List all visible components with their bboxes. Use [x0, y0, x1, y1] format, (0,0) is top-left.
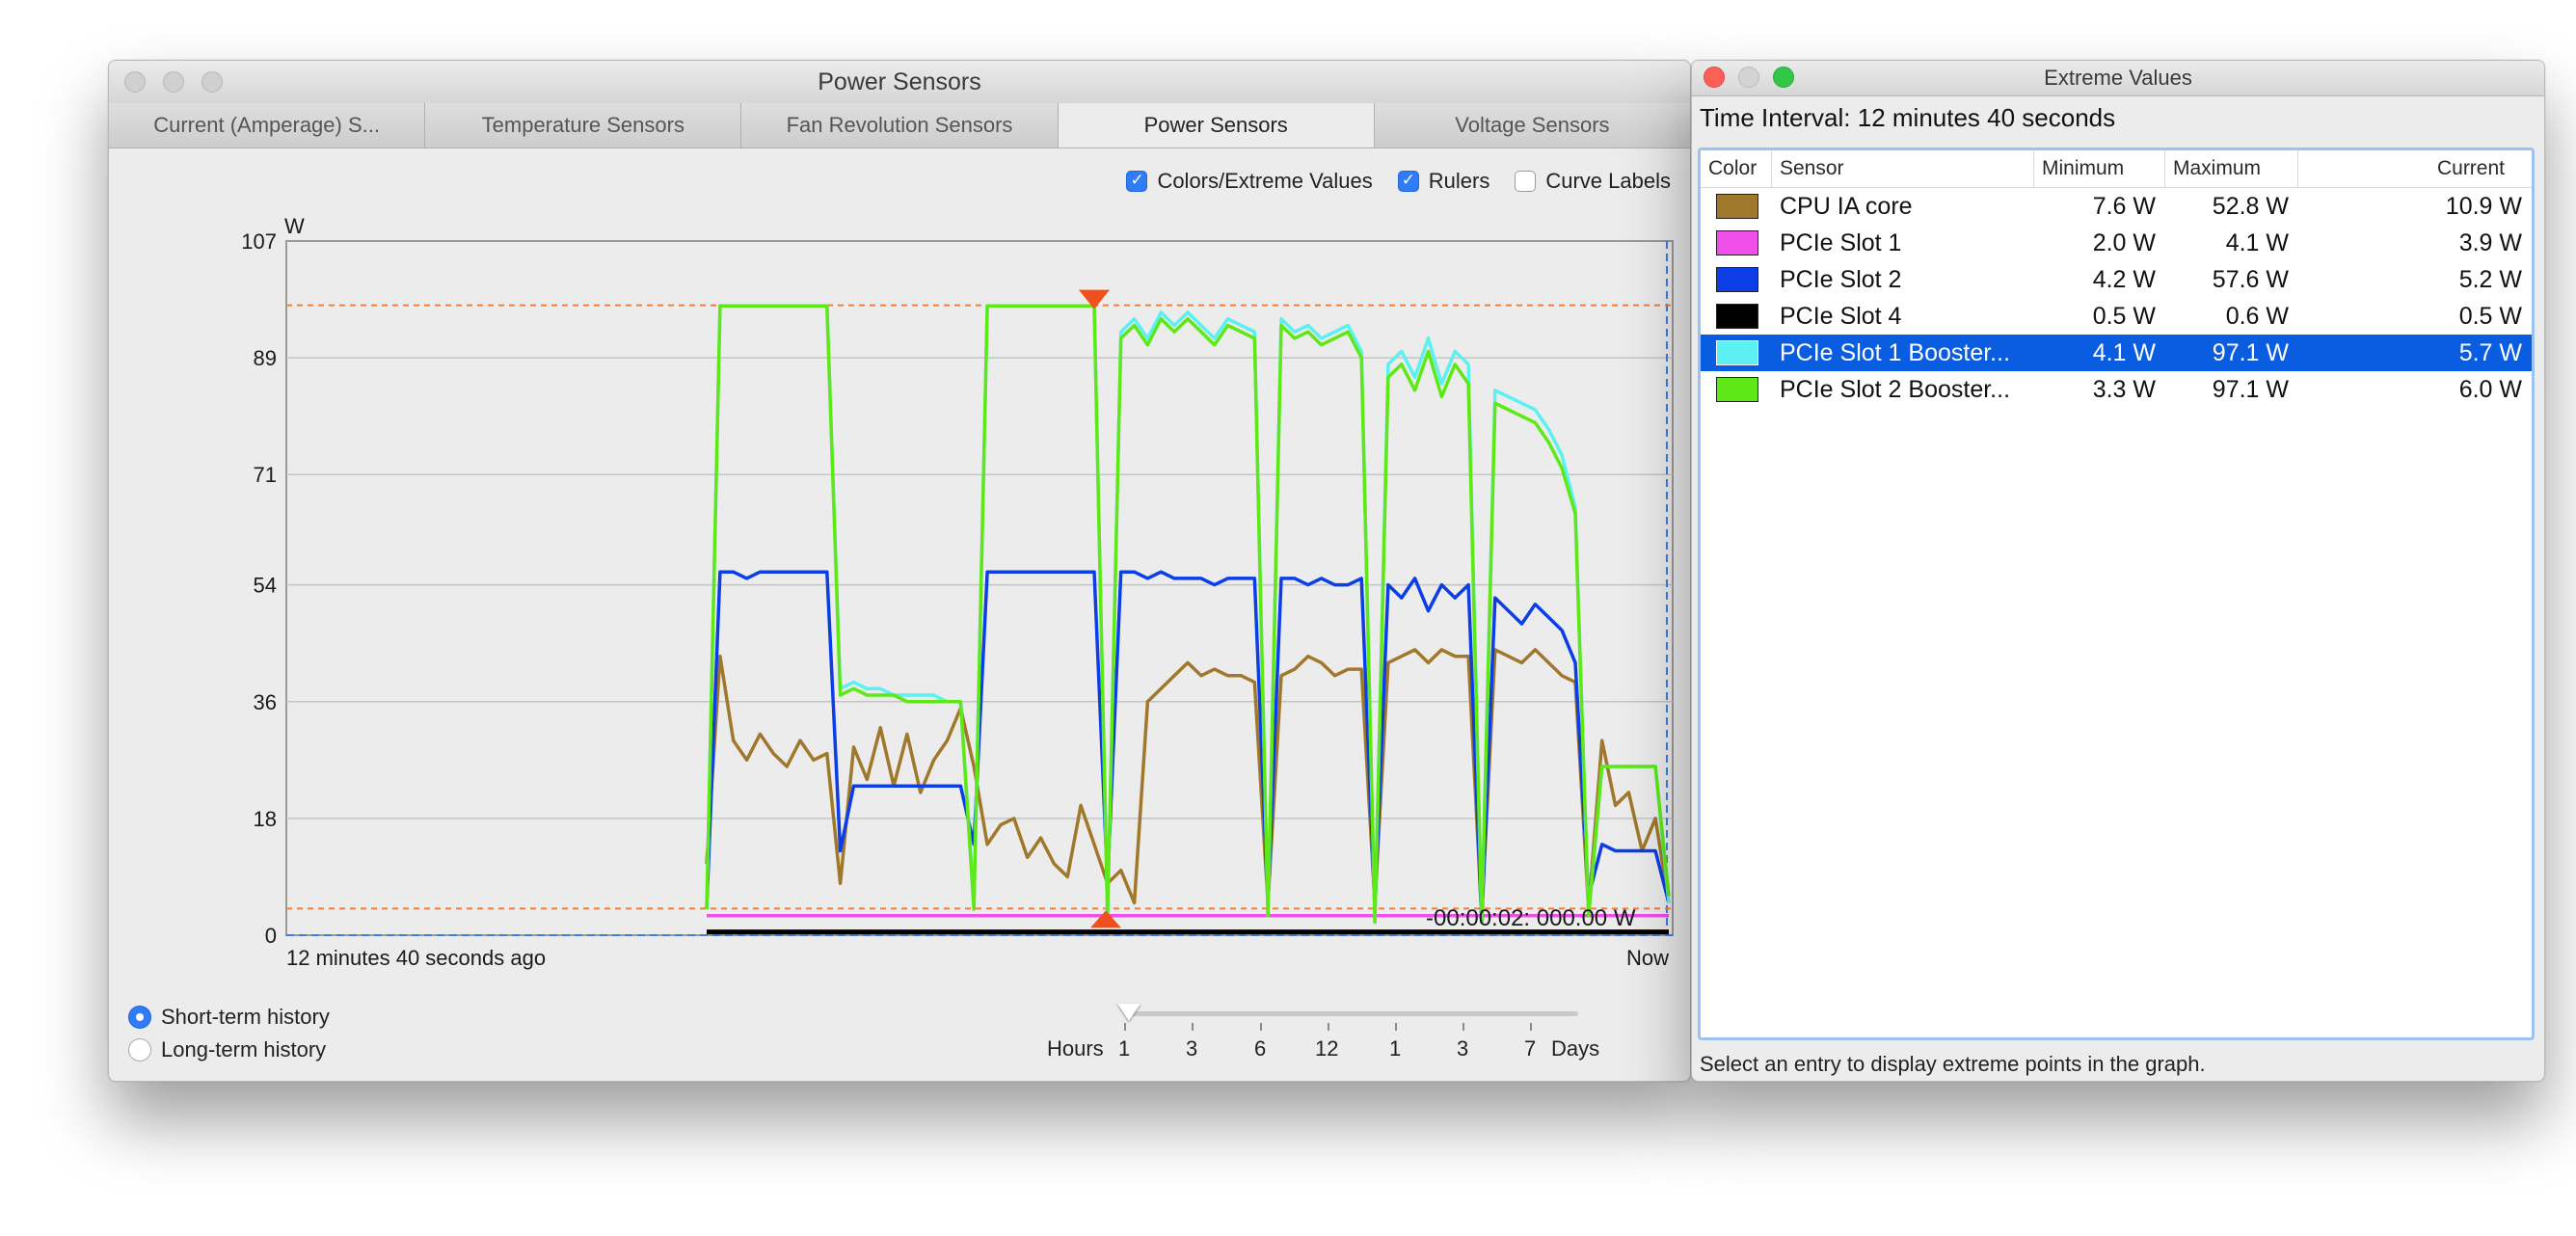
slider-hours-label: Hours: [1047, 1036, 1104, 1061]
current-value: 10.9 W: [2445, 193, 2522, 220]
short-term-history-label: Short-term history: [161, 1005, 330, 1029]
title-bar[interactable]: Extreme Values: [1692, 61, 2544, 96]
slider-tick-label: 1: [1118, 1036, 1131, 1061]
short-term-history-radio[interactable]: Short-term history: [128, 1001, 330, 1034]
y-tick-label: 107: [241, 229, 277, 254]
maximum-value: 52.8 W: [2212, 193, 2289, 220]
minimum-value: 2.0 W: [2092, 229, 2156, 256]
table-row[interactable]: PCIe Slot 4 0.5 W 0.6 W 0.5 W: [1701, 298, 2532, 335]
radio-selected-icon[interactable]: [128, 1006, 151, 1029]
minimum-value: 0.5 W: [2092, 303, 2156, 330]
sensor-name: PCIe Slot 1 Booster...: [1780, 339, 2011, 366]
table-row[interactable]: PCIe Slot 2 Booster... 3.3 W 97.1 W 6.0 …: [1701, 371, 2532, 408]
y-tick-label: 54: [254, 574, 277, 598]
maximum-value: 0.6 W: [2225, 303, 2289, 330]
current-value: 0.5 W: [2458, 303, 2522, 330]
hint-text: Select an entry to display extreme point…: [1700, 1052, 2206, 1076]
extreme-values-window: Extreme Values Time Interval: 12 minutes…: [1691, 60, 2545, 1082]
slider-tick: [1192, 1023, 1194, 1031]
maximum-value: 97.1 W: [2212, 339, 2289, 366]
window-title: Extreme Values: [2044, 66, 2192, 90]
column-header-current[interactable]: Current: [2298, 150, 2532, 187]
color-swatch: [1716, 377, 1758, 402]
minimum-value: 4.1 W: [2092, 339, 2156, 366]
radio-unselected-icon[interactable]: [128, 1038, 151, 1061]
long-term-history-label: Long-term history: [161, 1037, 327, 1061]
sensor-name: CPU IA core: [1780, 193, 1913, 220]
y-tick-label: 71: [254, 463, 277, 487]
y-axis-unit: W: [284, 214, 305, 238]
color-swatch: [1716, 194, 1758, 219]
table-row[interactable]: PCIe Slot 2 4.2 W 57.6 W 5.2 W: [1701, 261, 2532, 298]
column-header-color[interactable]: Color: [1701, 150, 1772, 187]
color-swatch: [1716, 340, 1758, 365]
history-slider-track[interactable]: [1125, 1011, 1578, 1016]
x-axis-end-label: Now: [1626, 946, 1669, 970]
column-header-sensor[interactable]: Sensor: [1772, 150, 2034, 187]
table-row[interactable]: PCIe Slot 1 Booster... 4.1 W 97.1 W 5.7 …: [1701, 335, 2532, 371]
color-swatch: [1716, 304, 1758, 329]
current-value: 6.0 W: [2458, 376, 2522, 403]
color-swatch: [1716, 230, 1758, 255]
current-value: 5.2 W: [2458, 266, 2522, 293]
column-header-maximum[interactable]: Maximum: [2165, 150, 2298, 187]
y-tick-label: 89: [254, 346, 277, 370]
column-header-minimum[interactable]: Minimum: [2034, 150, 2165, 187]
y-tick-label: 18: [254, 807, 277, 831]
color-swatch: [1716, 267, 1758, 292]
slider-tick: [1462, 1023, 1464, 1031]
table-header: Color Sensor Minimum Maximum Current: [1701, 150, 2532, 188]
history-mode: Short-term history Long-term history: [128, 1001, 330, 1066]
maximum-value: 97.1 W: [2212, 376, 2289, 403]
slider-tick: [1260, 1023, 1262, 1031]
sensor-name: PCIe Slot 2: [1780, 266, 1902, 293]
y-tick-label: 36: [254, 690, 277, 714]
extreme-values-table[interactable]: Color Sensor Minimum Maximum Current CPU…: [1698, 148, 2535, 1040]
history-slider-thumb[interactable]: [1117, 1004, 1140, 1021]
slider-tick-label: 12: [1315, 1036, 1339, 1061]
power-graph[interactable]: 0 18 36 54 71 89 107 W -00:00:02: 000.00 W 12 …: [109, 61, 1690, 986]
y-axis: 0 18 36 54 71 89 107: [241, 229, 277, 948]
slider-tick: [1124, 1023, 1126, 1031]
slider-days-label: Days: [1551, 1036, 1600, 1061]
slider-tick-label: 7: [1524, 1036, 1537, 1061]
maximum-value: 57.6 W: [2212, 266, 2289, 293]
sensor-name: PCIe Slot 4: [1780, 303, 1902, 330]
slider-tick-label: 3: [1186, 1036, 1198, 1061]
slider-tick: [1395, 1023, 1397, 1031]
maximum-value: 4.1 W: [2225, 229, 2289, 256]
sensor-name: PCIe Slot 1: [1780, 229, 1902, 256]
table-row[interactable]: PCIe Slot 1 2.0 W 4.1 W 3.9 W: [1701, 225, 2532, 261]
slider-tick: [1328, 1023, 1329, 1031]
slider-tick: [1530, 1023, 1532, 1031]
power-sensors-window: Power Sensors Current (Amperage) S... Te…: [108, 60, 1691, 1082]
table-row[interactable]: CPU IA core 7.6 W 52.8 W 10.9 W: [1701, 188, 2532, 225]
slider-tick-label: 6: [1254, 1036, 1267, 1061]
current-value: 3.9 W: [2458, 229, 2522, 256]
slider-tick-label: 3: [1457, 1036, 1469, 1061]
x-axis-start-label: 12 minutes 40 seconds ago: [286, 946, 546, 970]
sensor-name: PCIe Slot 2 Booster...: [1780, 376, 2011, 403]
y-tick-label: 0: [265, 924, 277, 948]
minimum-value: 4.2 W: [2092, 266, 2156, 293]
current-value: 5.7 W: [2458, 339, 2522, 366]
time-interval: Time Interval: 12 minutes 40 seconds: [1700, 103, 2116, 132]
minimum-value: 7.6 W: [2092, 193, 2156, 220]
cursor-readout: -00:00:02: 000.00 W: [1426, 905, 1636, 931]
slider-tick-label: 1: [1389, 1036, 1402, 1061]
minimum-value: 3.3 W: [2092, 376, 2156, 403]
long-term-history-radio[interactable]: Long-term history: [128, 1034, 330, 1066]
